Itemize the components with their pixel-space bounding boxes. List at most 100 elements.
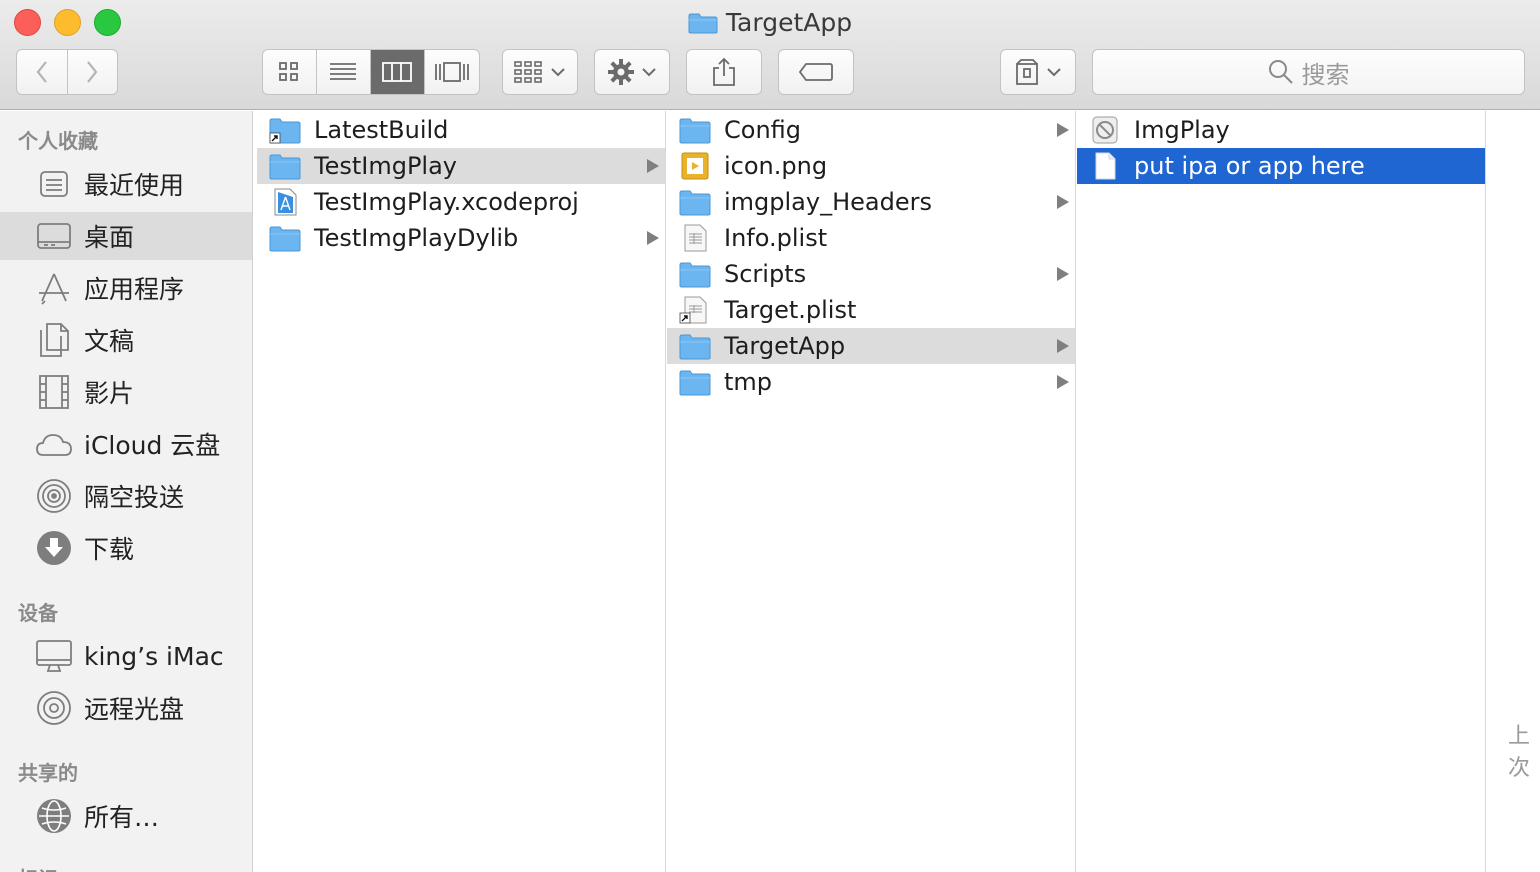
document-icon xyxy=(1095,152,1116,180)
file-name: TargetApp xyxy=(724,332,846,360)
file-name: TestImgPlay.xcodeproj xyxy=(314,188,579,216)
tags-button[interactable] xyxy=(778,49,854,95)
chevron-right-icon xyxy=(87,61,98,83)
file-name: ImgPlay xyxy=(1134,116,1230,144)
sidebar-item-label: iCloud 云盘 xyxy=(84,431,221,460)
share-button[interactable] xyxy=(686,49,762,95)
disclosure-arrow-icon xyxy=(1057,195,1069,209)
list-item-config[interactable]: Config xyxy=(667,112,1075,148)
preview-edge-text: 上次 xyxy=(1508,724,1531,781)
list-item-icon-png[interactable]: icon.png xyxy=(667,148,1075,184)
sidebar-item-label: king’s iMac xyxy=(84,641,224,671)
list-item-info-plist[interactable]: Info.plist xyxy=(667,220,1075,256)
sidebar-item-label: 下载 xyxy=(84,535,135,564)
arrange-button[interactable] xyxy=(502,49,578,95)
cover-flow-icon xyxy=(434,62,469,82)
sidebar-item-kings-imac[interactable]: king’s iMac xyxy=(0,632,252,680)
airdrop-icon xyxy=(34,476,74,516)
arrange-grid-icon xyxy=(514,61,542,83)
list-item-scripts[interactable]: Scripts xyxy=(667,256,1075,292)
file-name: Config xyxy=(724,116,802,144)
sidebar-item-remote-disc[interactable]: 远程光盘 xyxy=(0,684,252,732)
chevron-down-icon xyxy=(642,68,656,77)
list-item-tmp[interactable]: tmp xyxy=(667,364,1075,400)
list-item-imgplay-app[interactable]: ImgPlay xyxy=(1077,112,1485,148)
disabled-app-icon xyxy=(1092,116,1118,144)
sidebar-item-label: 应用程序 xyxy=(84,275,185,304)
list-item-testimgplay[interactable]: TestImgPlay xyxy=(257,148,665,184)
disclosure-arrow-icon xyxy=(1057,375,1069,389)
sidebar-item-icloud-drive[interactable]: iCloud 云盘 xyxy=(0,420,252,468)
back-button[interactable] xyxy=(17,50,68,94)
search-field[interactable]: 搜索 xyxy=(1092,49,1525,95)
chevron-down-icon xyxy=(551,68,565,77)
chevron-left-icon xyxy=(36,61,47,83)
list-view-button[interactable] xyxy=(317,50,371,94)
icon-view-button[interactable] xyxy=(263,50,317,94)
disclosure-arrow-icon xyxy=(1057,267,1069,281)
list-item-put-ipa-or-app-here[interactable]: put ipa or app here xyxy=(1077,148,1485,184)
sidebar-item-label: 桌面 xyxy=(84,223,135,252)
list-item-target-plist[interactable]: Target.plist xyxy=(667,292,1075,328)
sidebar-item-downloads[interactable]: 下载 xyxy=(0,524,252,572)
file-name: TestImgPlay xyxy=(314,152,458,180)
file-name: put ipa or app here xyxy=(1134,152,1365,180)
sidebar-item-label: 最近使用 xyxy=(84,171,185,200)
action-button[interactable] xyxy=(594,49,670,95)
list-item-latestbuild[interactable]: LatestBuild xyxy=(257,112,665,148)
list-icon xyxy=(330,63,357,80)
window-title-text: TargetApp xyxy=(725,8,853,37)
sidebar-item-airdrop[interactable]: 隔空投送 xyxy=(0,472,252,520)
share-icon xyxy=(713,57,735,86)
folder-icon xyxy=(679,190,711,216)
file-name: LatestBuild xyxy=(314,116,449,144)
sidebar-item-documents[interactable]: 文稿 xyxy=(0,316,252,364)
sidebar-item-label: 所有… xyxy=(84,803,160,832)
downloads-icon xyxy=(34,528,74,568)
sidebar-item-applications[interactable]: 应用程序 xyxy=(0,264,252,312)
applications-icon xyxy=(34,268,74,308)
sync-menu-button[interactable] xyxy=(1000,49,1076,95)
window-toolbar: TargetApp 搜索 xyxy=(0,0,1540,110)
list-item-imgplay-headers[interactable]: imgplay_Headers xyxy=(667,184,1075,220)
shared-header: 共享的 xyxy=(18,761,78,785)
movies-icon xyxy=(34,372,74,412)
sidebar-item-label: 文稿 xyxy=(84,327,135,356)
column-view-button[interactable] xyxy=(371,50,425,94)
tag-icon xyxy=(798,63,833,81)
imac-icon xyxy=(34,636,74,676)
sidebar-item-label: 影片 xyxy=(84,379,135,408)
file-name: Target.plist xyxy=(724,296,857,324)
list-item-testimgplay-xcodeproj[interactable]: TestImgPlay.xcodeproj xyxy=(257,184,665,220)
folder-icon xyxy=(688,13,718,34)
column-3: ImgPlay put ipa or app here xyxy=(1077,111,1486,872)
folder-icon xyxy=(679,334,711,360)
optical-disc-icon xyxy=(34,688,74,728)
sidebar-item-recents[interactable]: 最近使用 xyxy=(0,160,252,208)
list-item-targetapp[interactable]: TargetApp xyxy=(667,328,1075,364)
sidebar-item-all-shared[interactable]: 所有… xyxy=(0,792,252,840)
devices-header: 设备 xyxy=(18,601,58,625)
folder-icon xyxy=(269,226,301,252)
file-name: imgplay_Headers xyxy=(724,188,932,216)
folder-alias-icon xyxy=(269,118,301,144)
disclosure-arrow-icon xyxy=(647,231,659,245)
sidebar-item-movies[interactable]: 影片 xyxy=(0,368,252,416)
sidebar: 个人收藏 最近使用 桌面 应用程序 文稿 影片 iCloud 云盘 隔空投送 下… xyxy=(0,111,253,872)
forward-button[interactable] xyxy=(68,50,118,94)
tags-header: 标记 xyxy=(18,863,58,872)
cover-flow-view-button[interactable] xyxy=(425,50,479,94)
file-name: Info.plist xyxy=(724,224,828,252)
disclosure-arrow-icon xyxy=(647,159,659,173)
search-icon xyxy=(1268,60,1293,84)
gear-icon xyxy=(608,59,634,85)
image-file-icon xyxy=(681,152,709,180)
folder-icon xyxy=(679,118,711,144)
columns-icon xyxy=(382,62,413,82)
sidebar-item-label: 远程光盘 xyxy=(84,695,185,724)
search-placeholder: 搜索 xyxy=(1301,60,1350,89)
list-item-testimgplaydylib[interactable]: TestImgPlayDylib xyxy=(257,220,665,256)
desktop-icon xyxy=(34,216,74,256)
sidebar-item-desktop[interactable]: 桌面 xyxy=(0,212,252,260)
plist-file-icon xyxy=(684,224,707,252)
